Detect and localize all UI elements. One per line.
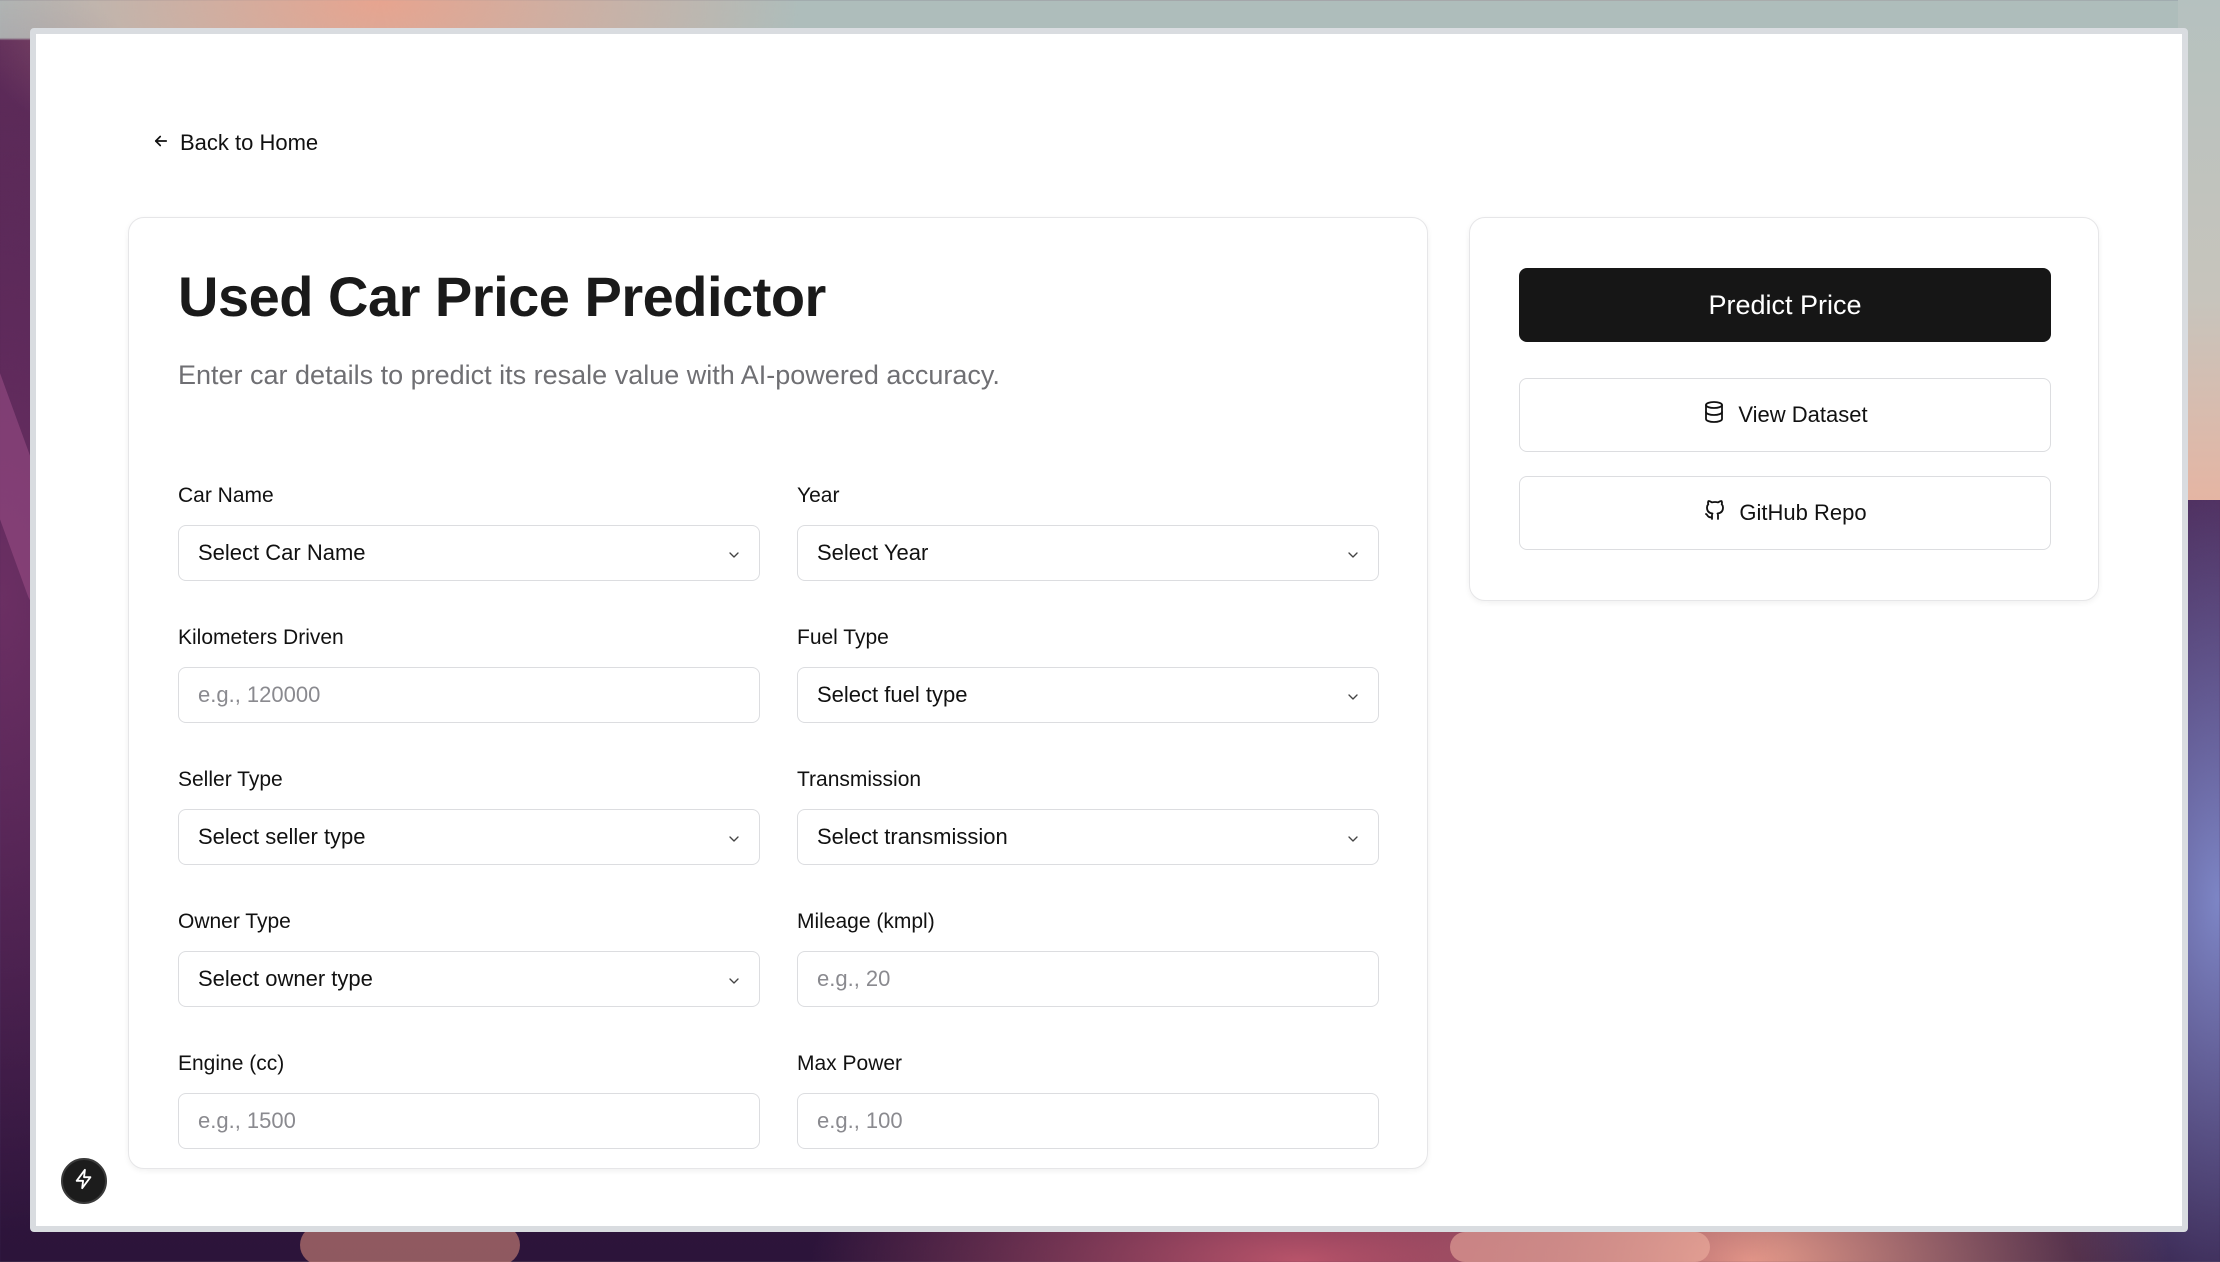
- view-dataset-button[interactable]: View Dataset: [1519, 378, 2051, 452]
- fuel-type-label: Fuel Type: [797, 626, 889, 649]
- chevron-down-icon: [1345, 543, 1359, 558]
- year-field: Year Select Year: [797, 484, 1379, 581]
- owner-type-select[interactable]: Select owner type: [178, 951, 760, 1007]
- transmission-select[interactable]: Select transmission: [797, 809, 1379, 865]
- car-name-label: Car Name: [178, 484, 274, 507]
- car-name-select-value: Select Car Name: [198, 540, 366, 565]
- seller-type-select[interactable]: Select seller type: [178, 809, 760, 865]
- mileage-input[interactable]: [797, 951, 1379, 1007]
- back-link-label: Back to Home: [180, 130, 319, 155]
- owner-type-label: Owner Type: [178, 910, 291, 933]
- background-decoration: [1450, 1232, 1710, 1262]
- chevron-down-icon: [726, 543, 740, 558]
- engine-input[interactable]: [178, 1093, 760, 1149]
- km-driven-label: Kilometers Driven: [178, 626, 344, 649]
- max-power-label: Max Power: [797, 1052, 903, 1075]
- transmission-label: Transmission: [797, 768, 922, 791]
- database-icon: [1702, 400, 1726, 430]
- fuel-type-select[interactable]: Select fuel type: [797, 667, 1379, 723]
- km-driven-input[interactable]: [178, 667, 760, 723]
- back-to-home-link[interactable]: Back to Home: [152, 130, 318, 156]
- km-driven-field: Kilometers Driven: [178, 626, 760, 723]
- seller-type-select-value: Select seller type: [198, 824, 366, 849]
- car-name-select[interactable]: Select Car Name: [178, 525, 760, 581]
- car-name-field: Car Name Select Car Name: [178, 484, 760, 581]
- transmission-select-value: Select transmission: [817, 824, 1008, 849]
- github-repo-button[interactable]: GitHub Repo: [1519, 476, 2051, 550]
- lightning-icon: [73, 1168, 95, 1195]
- page-subtitle: Enter car details to predict its resale …: [178, 360, 1000, 390]
- browser-window: Back to Home Used Car Price Predictor En…: [30, 28, 2188, 1232]
- max-power-input[interactable]: [797, 1093, 1379, 1149]
- transmission-field: Transmission Select transmission: [797, 768, 1379, 865]
- owner-type-select-value: Select owner type: [198, 966, 373, 991]
- github-icon: [1703, 498, 1727, 528]
- floating-action-button[interactable]: [61, 1158, 107, 1204]
- predict-price-button[interactable]: Predict Price: [1519, 268, 2051, 342]
- engine-label: Engine (cc): [178, 1052, 285, 1075]
- max-power-field: Max Power: [797, 1052, 1379, 1149]
- fuel-type-field: Fuel Type Select fuel type: [797, 626, 1379, 723]
- chevron-down-icon: [726, 969, 740, 984]
- fuel-type-select-value: Select fuel type: [817, 682, 968, 707]
- github-repo-label: GitHub Repo: [1739, 500, 1867, 525]
- chevron-down-icon: [726, 827, 740, 842]
- chevron-down-icon: [1345, 827, 1359, 842]
- arrow-left-icon: [152, 132, 170, 154]
- year-label: Year: [797, 484, 840, 507]
- engine-field: Engine (cc): [178, 1052, 760, 1149]
- mileage-label: Mileage (kmpl): [797, 910, 935, 933]
- seller-type-field: Seller Type Select seller type: [178, 768, 760, 865]
- page-title: Used Car Price Predictor: [178, 265, 826, 328]
- predictor-form-card: Used Car Price Predictor Enter car detai…: [128, 217, 1428, 1169]
- chevron-down-icon: [1345, 685, 1359, 700]
- view-dataset-label: View Dataset: [1738, 402, 1868, 427]
- actions-card: Predict Price View Dataset GitHub Repo: [1469, 217, 2099, 601]
- mileage-field: Mileage (kmpl): [797, 910, 1379, 1007]
- owner-type-field: Owner Type Select owner type: [178, 910, 760, 1007]
- seller-type-label: Seller Type: [178, 768, 283, 791]
- year-select[interactable]: Select Year: [797, 525, 1379, 581]
- year-select-value: Select Year: [817, 540, 929, 565]
